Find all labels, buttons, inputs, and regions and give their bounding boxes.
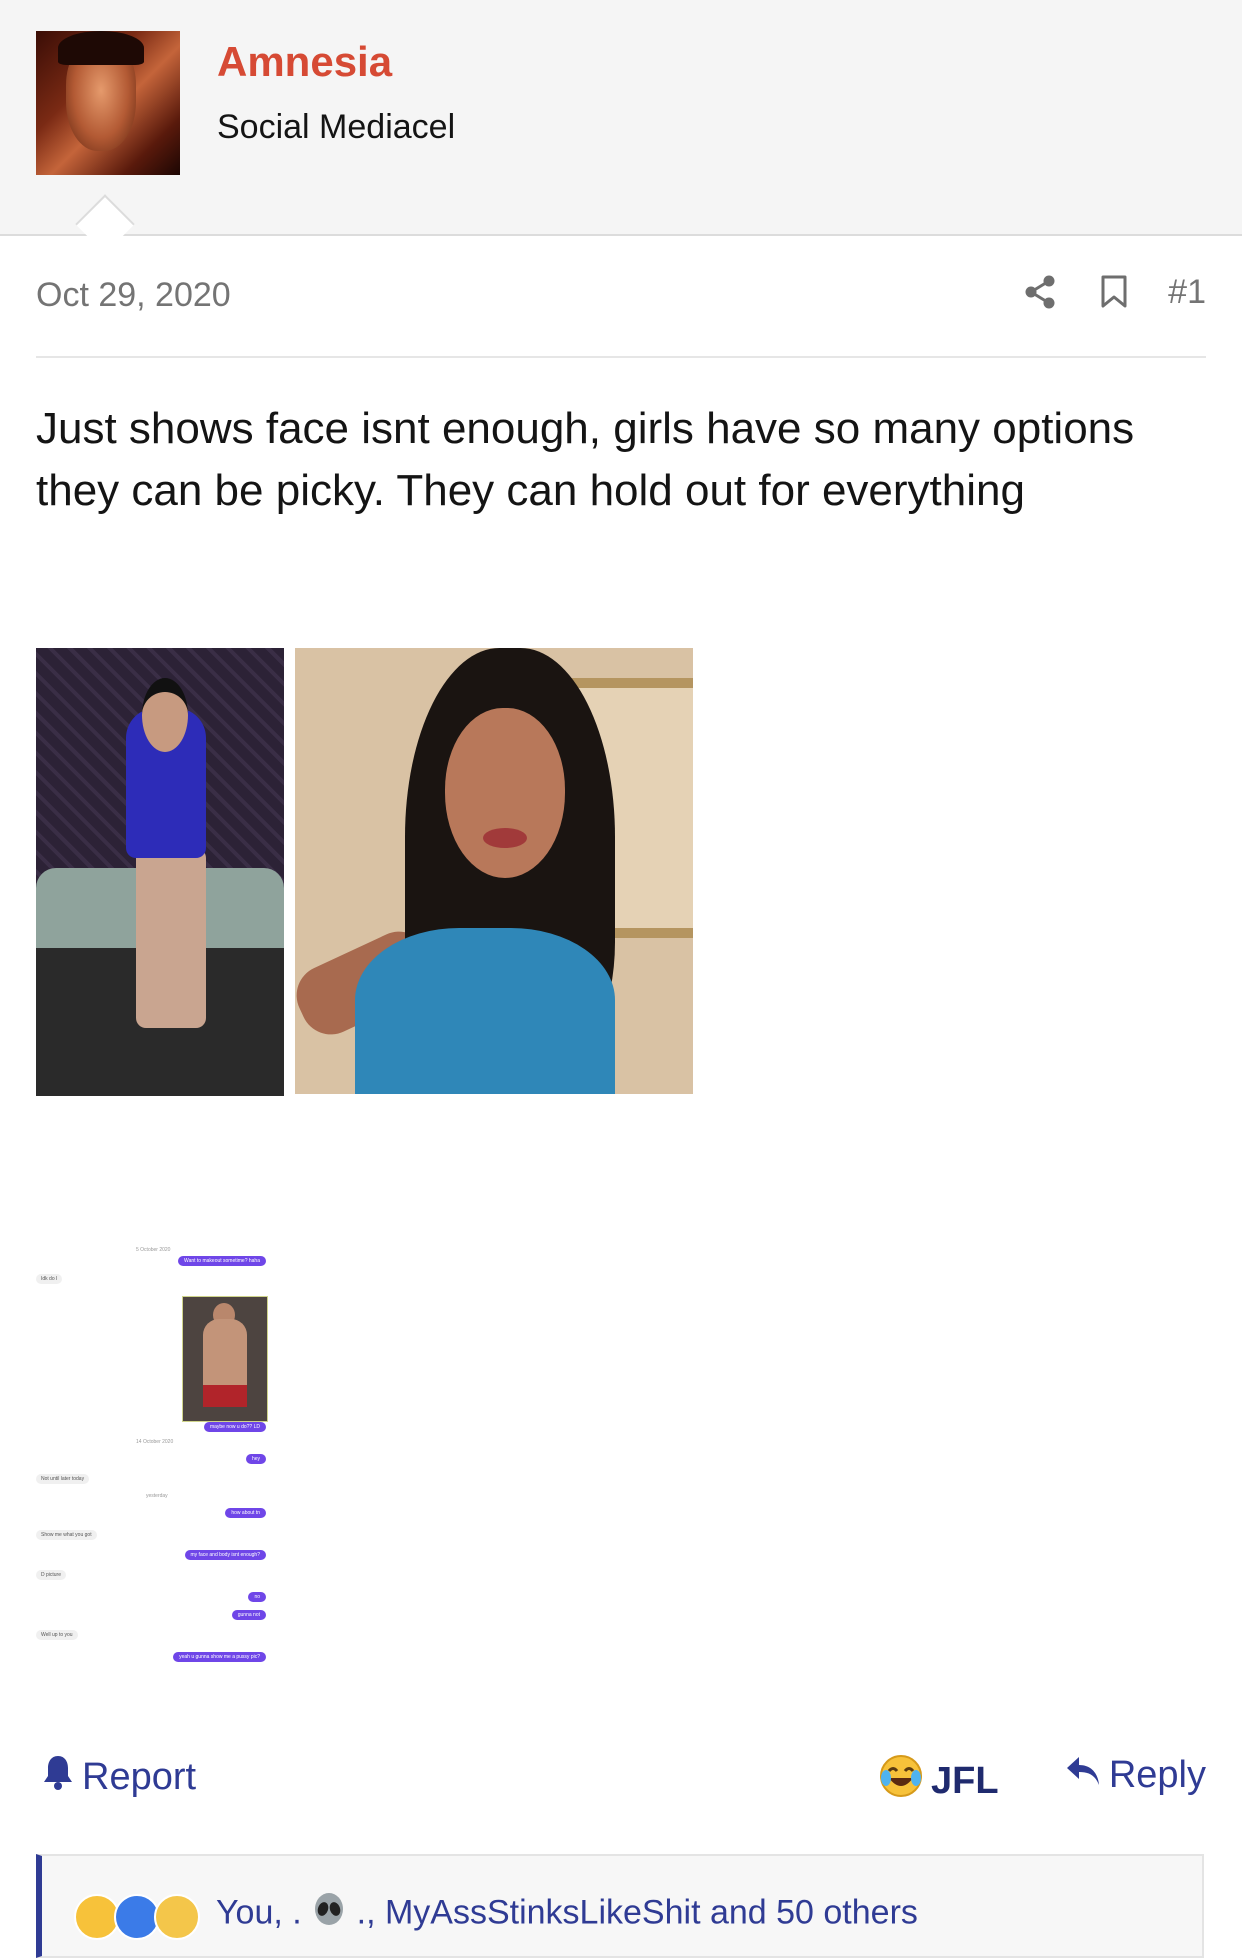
user-title: Social Mediacel — [217, 108, 456, 146]
reply-arrow-icon — [1065, 1754, 1101, 1797]
chat-timestamp: 5 October 2020 — [136, 1247, 171, 1253]
chat-screenshot-image[interactable]: 5 October 2020 Want to makeout sometime?… — [36, 1240, 276, 1680]
bookmark-icon[interactable] — [1094, 272, 1134, 312]
chat-sent-message: hey — [245, 1454, 266, 1464]
chat-received-message: Idk do I — [36, 1274, 63, 1284]
alien-emoji-icon — [311, 1892, 347, 1937]
header-pointer — [75, 194, 135, 254]
report-label: Report — [82, 1755, 197, 1798]
jfl-label: JFL — [931, 1759, 999, 1802]
reaction-users-text[interactable]: You, . ., MyAssStinksLikeShit and 50 oth… — [216, 1892, 918, 1937]
shocked-emoji-icon — [154, 1894, 200, 1940]
chat-received-message: Well up to you — [36, 1630, 78, 1640]
chat-sent-message: gunna not — [231, 1610, 266, 1620]
reactions-summary[interactable]: You, . ., MyAssStinksLikeShit and 50 oth… — [36, 1854, 1204, 1958]
attached-image-2[interactable] — [295, 648, 693, 1094]
username[interactable]: Amnesia — [217, 38, 392, 86]
reaction-icons — [74, 1894, 200, 1940]
user-info-block: Amnesia Social Mediacel — [0, 0, 1242, 254]
reply-button[interactable]: Reply — [1065, 1754, 1206, 1797]
bell-icon — [42, 1754, 74, 1800]
chat-received-message: Not until later today — [36, 1474, 90, 1484]
chat-sent-message: my face and body isnt enough? — [184, 1550, 266, 1560]
post-meta-actions: #1 — [1020, 272, 1206, 312]
share-icon[interactable] — [1020, 272, 1060, 312]
chat-received-message: Show me what you got — [36, 1530, 97, 1540]
post-number[interactable]: #1 — [1168, 273, 1206, 312]
report-button[interactable]: Report — [42, 1754, 196, 1800]
jfl-reaction-button[interactable]: JFL — [879, 1754, 999, 1808]
reply-label: Reply — [1108, 1754, 1206, 1796]
attached-image-1[interactable] — [36, 648, 284, 1096]
chat-sent-message: yeah u gunna show me a pussy pic? — [173, 1652, 266, 1662]
divider — [36, 356, 1206, 358]
chat-received-message: D picture — [36, 1570, 67, 1580]
avatar[interactable] — [36, 31, 180, 175]
chat-sent-message: no — [248, 1592, 266, 1602]
chat-timestamp: yesterday — [146, 1493, 168, 1499]
post-actions: Report JFL Reply — [36, 1754, 1206, 1804]
chat-sent-message: Want to makeout sometime? haha — [178, 1256, 266, 1266]
chat-sent-message: maybe now u do?? LD — [203, 1422, 266, 1432]
chat-timestamp: 14 October 2020 — [136, 1439, 174, 1445]
chat-sent-message: how about tn — [225, 1508, 266, 1518]
post-date[interactable]: Oct 29, 2020 — [36, 276, 231, 315]
laughing-crying-emoji-icon — [879, 1754, 923, 1808]
chat-photo — [182, 1296, 268, 1422]
post-body-text: Just shows face isnt enough, girls have … — [36, 404, 1135, 515]
